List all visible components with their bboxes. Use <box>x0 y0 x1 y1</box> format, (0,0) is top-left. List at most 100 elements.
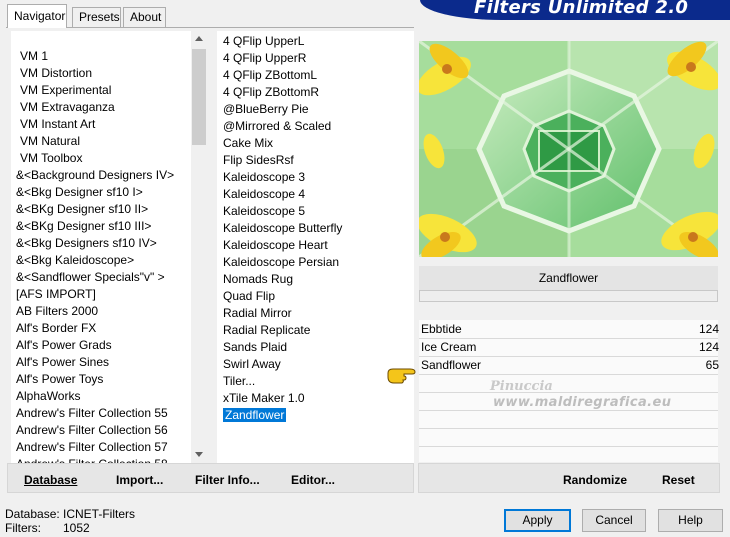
category-item[interactable]: Andrew's Filter Collection 56 <box>16 422 168 439</box>
status-filters-value: 1052 <box>63 521 90 535</box>
category-item[interactable]: &<Background Designers IV> <box>16 167 174 184</box>
category-list[interactable]: VM 1 VM Distortion VM Experimental VM Extra… <box>11 31 191 463</box>
category-item[interactable]: Alf's Power Sines <box>16 354 109 371</box>
filter-item-label: 4 QFlip ZBottomR <box>223 85 320 99</box>
category-item[interactable]: AlphaWorks <box>16 388 80 405</box>
filter-item-label: Kaleidoscope 4 <box>223 187 306 201</box>
filter-item[interactable]: Kaleidoscope Butterfly <box>223 220 342 237</box>
filter-item[interactable]: Sands Plaid <box>223 339 287 356</box>
category-item[interactable]: Alf's Power Toys <box>16 371 103 388</box>
category-item[interactable]: VM Experimental <box>20 82 111 99</box>
editor-button[interactable]: Editor... <box>291 473 335 487</box>
param-sandflower[interactable]: Sandflower 65 <box>421 357 721 374</box>
scroll-up-icon[interactable] <box>195 36 203 41</box>
reset-button[interactable]: Reset <box>662 473 695 487</box>
filter-item-label: Radial Replicate <box>223 323 311 337</box>
filter-item[interactable]: @Mirrored & Scaled <box>223 118 331 135</box>
param-ebbtide[interactable]: Ebbtide 124 <box>421 321 721 338</box>
category-item[interactable]: [AFS IMPORT] <box>16 286 96 303</box>
filter-item[interactable]: @BlueBerry Pie <box>223 101 309 118</box>
param-ice-cream[interactable]: Ice Cream 124 <box>421 339 721 356</box>
filter-info-button[interactable]: Filter Info... <box>195 473 260 487</box>
param-divider <box>419 428 718 429</box>
category-scrollbar[interactable] <box>191 31 207 463</box>
category-item[interactable]: &<BKg Designer sf10 II> <box>16 201 148 218</box>
category-item[interactable]: &<Bkg Designer sf10 I> <box>16 184 143 201</box>
tab-about[interactable]: About <box>123 7 166 27</box>
param-value: 65 <box>705 358 719 372</box>
filter-item-label: Sands Plaid <box>223 340 288 354</box>
category-item[interactable]: Alf's Power Grads <box>16 337 112 354</box>
category-item[interactable]: &<BKg Designer sf10 III> <box>16 218 151 235</box>
filter-item[interactable]: xTile Maker 1.0 <box>223 390 305 407</box>
help-button[interactable]: Help <box>658 509 723 532</box>
tab-navigator[interactable]: Navigator <box>7 4 67 28</box>
param-divider <box>419 392 718 393</box>
apply-button[interactable]: Apply <box>504 509 571 532</box>
filter-item[interactable]: Kaleidoscope Heart <box>223 237 328 254</box>
randomize-button[interactable]: Randomize <box>563 473 627 487</box>
scroll-down-icon[interactable] <box>195 452 203 457</box>
tab-strip-border <box>6 27 414 28</box>
param-value: 124 <box>698 340 719 354</box>
cancel-button[interactable]: Cancel <box>582 509 646 532</box>
category-item[interactable]: Andrew's Filter Collection 55 <box>16 405 168 422</box>
filter-item-label: Nomads Rug <box>223 272 294 286</box>
category-item[interactable]: AB Filters 2000 <box>16 303 98 320</box>
filter-item[interactable]: Radial Mirror <box>223 305 292 322</box>
filter-item-label: 4 QFlip UpperR <box>223 51 307 65</box>
pointing-hand-icon <box>387 368 416 384</box>
filter-item[interactable]: Swirl Away <box>223 356 281 373</box>
category-item[interactable]: Andrew's Filter Collection 57 <box>16 439 168 456</box>
category-item[interactable]: &<Bkg Kaleidoscope> <box>16 252 134 269</box>
filter-item-label: 4 QFlip ZBottomL <box>223 68 318 82</box>
filter-item[interactable]: Tiler... <box>223 373 255 390</box>
filter-item[interactable]: Kaleidoscope 5 <box>223 203 305 220</box>
category-item[interactable]: VM Distortion <box>20 65 92 82</box>
filter-item[interactable]: 4 QFlip ZBottomR <box>223 84 319 101</box>
tab-presets[interactable]: Presets <box>72 7 121 27</box>
filter-item[interactable]: 4 QFlip ZBottomL <box>223 67 317 84</box>
selected-filter-text: Zandflower <box>223 408 287 422</box>
filter-item[interactable]: Cake Mix <box>223 135 273 152</box>
filter-item-label: Radial Mirror <box>223 306 292 320</box>
filter-item-label: Cake Mix <box>223 136 274 150</box>
filter-item-label: 4 QFlip UpperL <box>223 34 305 48</box>
database-button[interactable]: Database <box>24 473 77 487</box>
filter-item-label: Tiler... <box>223 374 256 388</box>
filter-item-label: Kaleidoscope 5 <box>223 204 306 218</box>
category-item[interactable]: &<Bkg Designers sf10 IV> <box>16 235 157 252</box>
filter-item[interactable]: 4 QFlip UpperL <box>223 33 304 50</box>
filter-item[interactable]: Flip SidesRsf <box>223 152 294 169</box>
watermark-url: www.maldiregrafica.eu <box>493 395 672 410</box>
category-scroll-thumb[interactable] <box>192 49 206 145</box>
param-label: Ebbtide <box>421 322 462 336</box>
filter-item[interactable]: Kaleidoscope 4 <box>223 186 305 203</box>
param-divider <box>419 446 718 447</box>
category-item[interactable]: VM Extravaganza <box>20 99 115 116</box>
import-button[interactable]: Import... <box>116 473 163 487</box>
filter-item-label: Kaleidoscope Persian <box>223 255 340 269</box>
category-item[interactable]: Alf's Border FX <box>16 320 96 337</box>
category-item[interactable]: Andrew's Filter Collection 58 <box>16 456 168 463</box>
filter-item[interactable]: Quad Flip <box>223 288 275 305</box>
filter-item-label: Quad Flip <box>223 289 276 303</box>
param-value: 124 <box>698 322 719 336</box>
category-item[interactable]: VM Natural <box>20 133 80 150</box>
param-divider <box>419 410 718 411</box>
filter-item[interactable]: Zandflower <box>223 407 287 424</box>
filter-item[interactable]: Kaleidoscope 3 <box>223 169 305 186</box>
filter-list[interactable]: 4 QFlip UpperL 4 QFlip UpperR 4 QFlip ZBot… <box>217 31 414 463</box>
filter-item[interactable]: Nomads Rug <box>223 271 293 288</box>
category-item[interactable]: &<Sandflower Specials"v" > <box>16 269 165 286</box>
filter-item[interactable]: Radial Replicate <box>223 322 310 339</box>
filter-item[interactable]: Kaleidoscope Persian <box>223 254 339 271</box>
category-item[interactable]: VM 1 <box>20 48 48 65</box>
filter-item-label: Flip SidesRsf <box>223 153 294 167</box>
category-item[interactable]: VM Toolbox <box>20 150 82 167</box>
filter-item-label: @Mirrored & Scaled <box>223 119 332 133</box>
filter-item-label: Kaleidoscope 3 <box>223 170 306 184</box>
category-item[interactable]: VM Instant Art <box>20 116 95 133</box>
filter-item[interactable]: 4 QFlip UpperR <box>223 50 306 67</box>
status-filters-label: Filters: <box>5 521 41 535</box>
